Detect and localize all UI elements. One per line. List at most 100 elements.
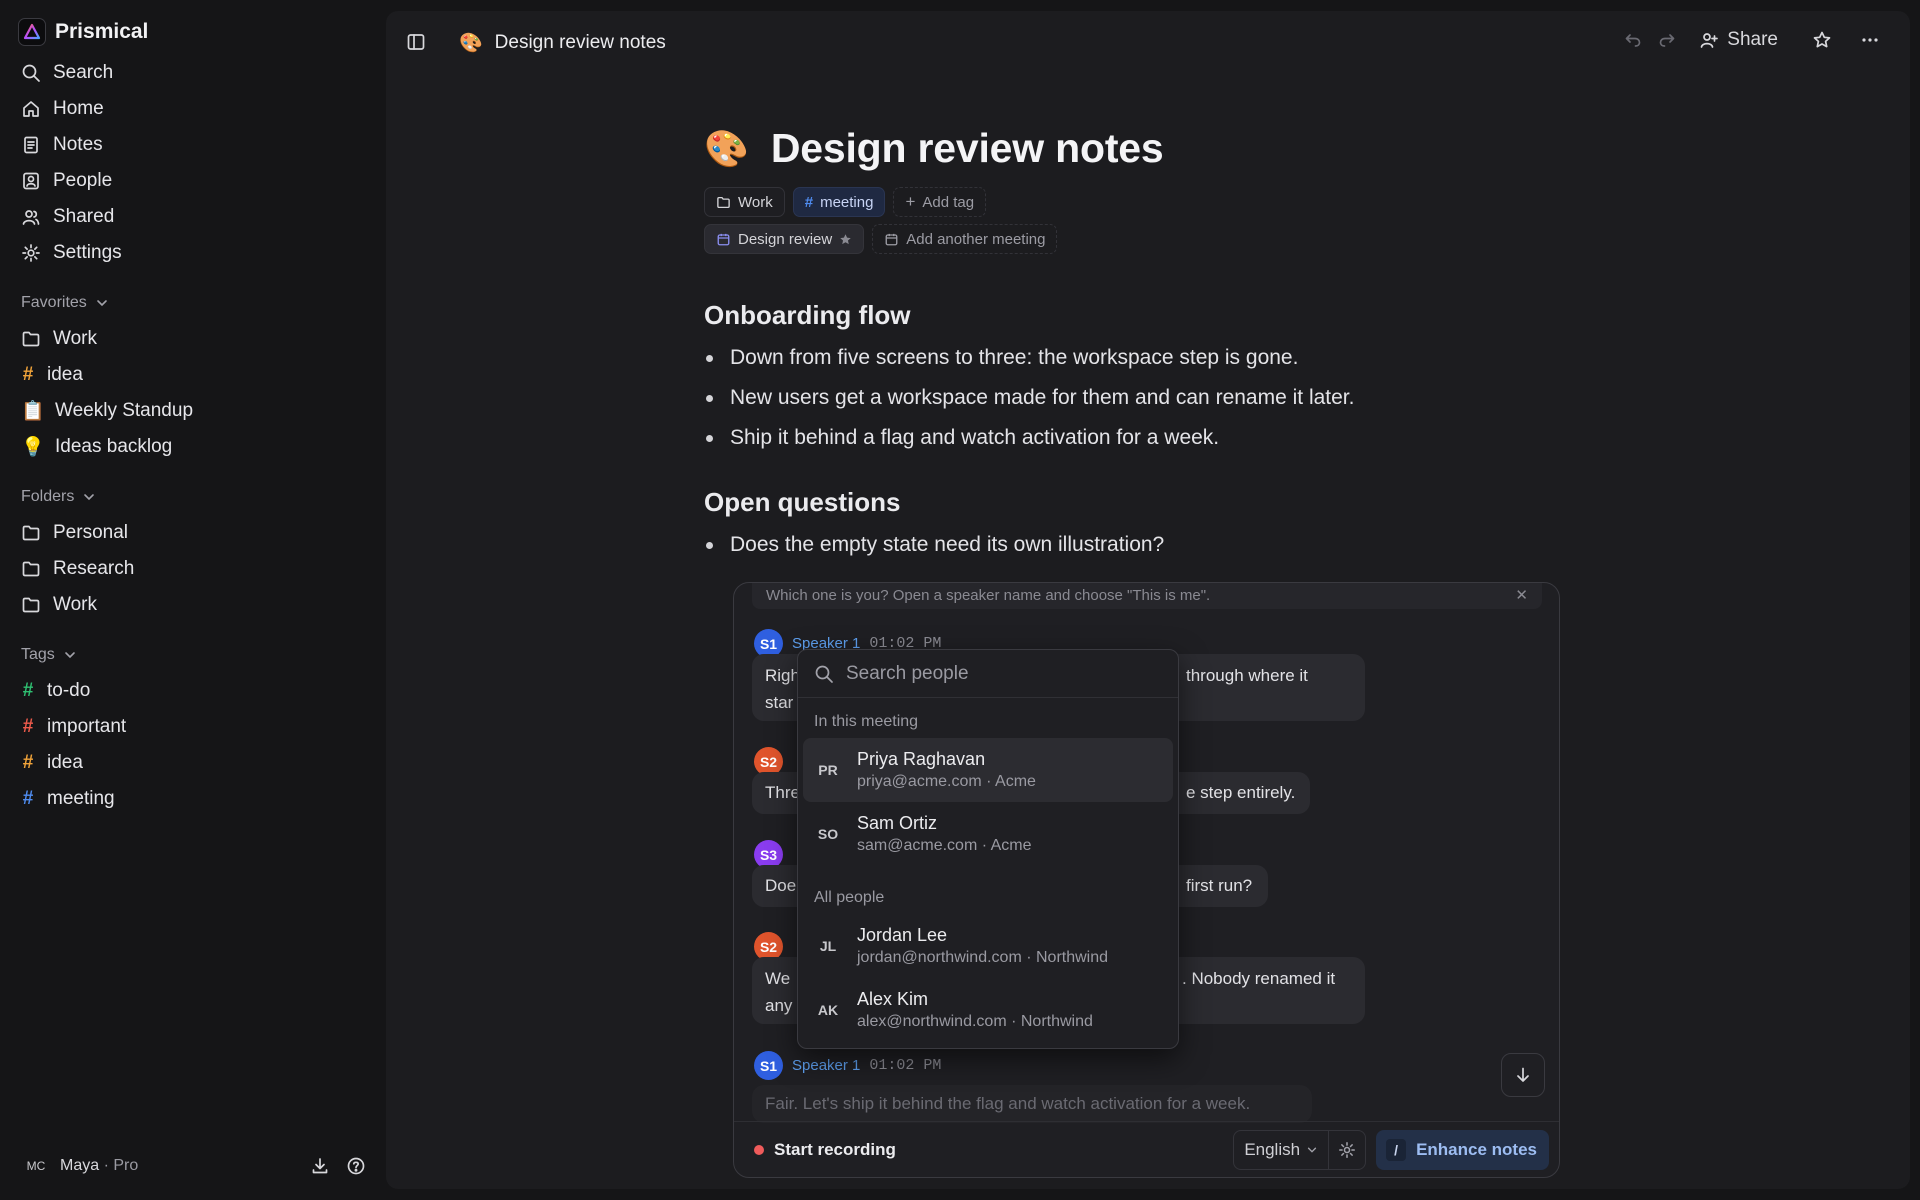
- folder-label: Work: [53, 594, 97, 615]
- sidebar-item-home[interactable]: Home: [12, 91, 372, 127]
- favorites-header[interactable]: Favorites: [12, 285, 372, 321]
- hash-icon: #: [22, 716, 34, 737]
- topbar-actions: Share: [1623, 29, 1880, 51]
- language-settings-group: English: [1233, 1129, 1367, 1170]
- person-option[interactable]: SO Sam Ortiz sam@acme.com · Acme: [803, 802, 1173, 866]
- transcript-bubble[interactable]: Fair. Let's ship it behind the flag and …: [752, 1085, 1312, 1123]
- undo-icon[interactable]: [1623, 30, 1643, 50]
- tag-item-important[interactable]: # important: [12, 709, 372, 745]
- user-name: Maya: [60, 1157, 100, 1174]
- sidebar: Prismical Search Home Notes People Share…: [0, 0, 384, 1200]
- note-emoji-icon[interactable]: 🎨: [704, 128, 749, 170]
- avatar[interactable]: MC: [22, 1152, 50, 1180]
- sidebar-item-people[interactable]: People: [12, 163, 372, 199]
- list-item[interactable]: New users get a workspace made for them …: [704, 378, 1354, 418]
- transcript-settings-button[interactable]: [1329, 1141, 1365, 1159]
- favorite-label: Weekly Standup: [55, 400, 194, 421]
- folders-header[interactable]: Folders: [12, 479, 372, 515]
- language-value: English: [1244, 1139, 1301, 1159]
- section-heading[interactable]: Open questions: [704, 487, 900, 518]
- speaker-avatar[interactable]: S1: [754, 1051, 783, 1080]
- chip-label: Work: [738, 193, 773, 211]
- page-title[interactable]: Design review notes: [771, 125, 1164, 172]
- language-select[interactable]: English: [1234, 1130, 1330, 1169]
- list-item[interactable]: Ship it behind a flag and watch activati…: [704, 418, 1354, 458]
- enhance-notes-button[interactable]: / Enhance notes: [1376, 1129, 1549, 1170]
- sidebar-item-settings[interactable]: Settings: [12, 235, 372, 271]
- brand[interactable]: Prismical: [18, 18, 148, 46]
- redo-icon[interactable]: [1657, 30, 1677, 50]
- avatar: JL: [819, 938, 837, 954]
- person-name: Sam Ortiz: [857, 813, 938, 833]
- people-search: [798, 650, 1178, 698]
- tag-row: Work # meeting + Add tag: [704, 187, 987, 217]
- star-icon[interactable]: [1812, 30, 1832, 50]
- sidebar-item-label: Search: [53, 62, 114, 83]
- transcript-footer: Start recording English / Enhance notes: [734, 1121, 1559, 1177]
- section-heading[interactable]: Onboarding flow: [704, 300, 911, 331]
- share-button[interactable]: Share: [1691, 29, 1786, 51]
- banner-text: Which one is you? Open a speaker name an…: [766, 587, 1211, 604]
- add-user-icon: [1700, 33, 1719, 48]
- folder-icon: [22, 561, 40, 577]
- sidebar-item-search[interactable]: Search: [12, 55, 372, 91]
- folder-item-work[interactable]: Work: [12, 587, 372, 623]
- person-detail: jordan@northwind.com · Northwind: [857, 949, 1109, 966]
- start-recording-button[interactable]: Start recording: [754, 1140, 896, 1160]
- person-option[interactable]: PR Priya Raghavan priya@acme.com · Acme: [803, 738, 1173, 802]
- tags-header[interactable]: Tags: [12, 637, 372, 673]
- folder-label: Research: [53, 558, 135, 579]
- sidebar-item-label: Notes: [53, 134, 103, 155]
- enhance-label: Enhance notes: [1416, 1139, 1537, 1159]
- list-item[interactable]: Down from five screens to three: the wor…: [704, 338, 1354, 378]
- speaker-name[interactable]: Speaker 1: [792, 1057, 860, 1074]
- download-icon[interactable]: [310, 1156, 330, 1176]
- tag-item-meeting[interactable]: # meeting: [12, 781, 372, 817]
- tag-item-idea[interactable]: # idea: [12, 745, 372, 781]
- add-tag-button[interactable]: + Add tag: [893, 187, 987, 217]
- transcript-text: first run?: [1186, 876, 1253, 895]
- tag-chip-meeting[interactable]: # meeting: [792, 187, 886, 217]
- more-icon[interactable]: [1860, 30, 1880, 50]
- list-item[interactable]: Does the empty state need its own illust…: [704, 525, 1164, 565]
- meeting-chip[interactable]: Design review: [704, 224, 865, 254]
- person-option[interactable]: JL Jordan Lee jordan@northwind.com · Nor…: [803, 914, 1173, 978]
- timestamp: 01:02 PM: [869, 1057, 942, 1074]
- folder-chip[interactable]: Work: [704, 187, 785, 217]
- tag-item-to-do[interactable]: # to-do: [12, 673, 372, 709]
- person-option[interactable]: AK Alex Kim alex@northwind.com · Northwi…: [803, 978, 1173, 1042]
- doc-header: 🎨 Design review notes: [704, 125, 1504, 172]
- hash-icon: #: [22, 680, 34, 701]
- favorite-item-idea[interactable]: # idea: [12, 357, 372, 393]
- sidebar-item-notes[interactable]: Notes: [12, 127, 372, 163]
- person-name: Jordan Lee: [857, 925, 948, 945]
- people-picker-dropdown: In this meeting PR Priya Raghavan priya@…: [797, 649, 1179, 1049]
- help-icon[interactable]: [346, 1156, 366, 1176]
- sidebar-toggle-icon[interactable]: [406, 32, 426, 52]
- plus-icon: +: [905, 192, 916, 211]
- folder-item-personal[interactable]: Personal: [12, 515, 372, 551]
- close-icon[interactable]: ✕: [1515, 586, 1528, 604]
- folder-item-research[interactable]: Research: [12, 551, 372, 587]
- sidebar-item-shared[interactable]: Shared: [12, 199, 372, 235]
- account-label[interactable]: Maya · Pro: [60, 1157, 138, 1175]
- hash-icon: #: [22, 788, 34, 809]
- search-people-input[interactable]: [846, 662, 1146, 685]
- favorite-label: Work: [53, 328, 97, 349]
- favorite-item-work[interactable]: Work: [12, 321, 372, 357]
- favorite-item-ideas-backlog[interactable]: 💡 Ideas backlog: [12, 429, 372, 465]
- chevron-down-icon: [64, 652, 75, 659]
- breadcrumb[interactable]: 🎨 Design review notes: [459, 31, 666, 55]
- add-meeting-button[interactable]: Add another meeting: [872, 224, 1058, 254]
- avatar: PR: [818, 762, 838, 778]
- scroll-down-button[interactable]: [1501, 1053, 1545, 1097]
- transcript-text: e step entirely.: [1186, 783, 1296, 802]
- bullet-list: Does the empty state need its own illust…: [704, 525, 1164, 565]
- star-icon[interactable]: [839, 233, 852, 246]
- favorite-label: idea: [47, 364, 83, 385]
- favorite-item-weekly-standup[interactable]: 📋 Weekly Standup: [12, 393, 372, 429]
- segment-header: S1 Speaker 1 01:02 PM: [754, 1051, 941, 1080]
- section-title: Folders: [21, 488, 75, 505]
- chevron-down-icon: [1307, 1147, 1317, 1153]
- sidebar-item-label: Home: [53, 98, 104, 119]
